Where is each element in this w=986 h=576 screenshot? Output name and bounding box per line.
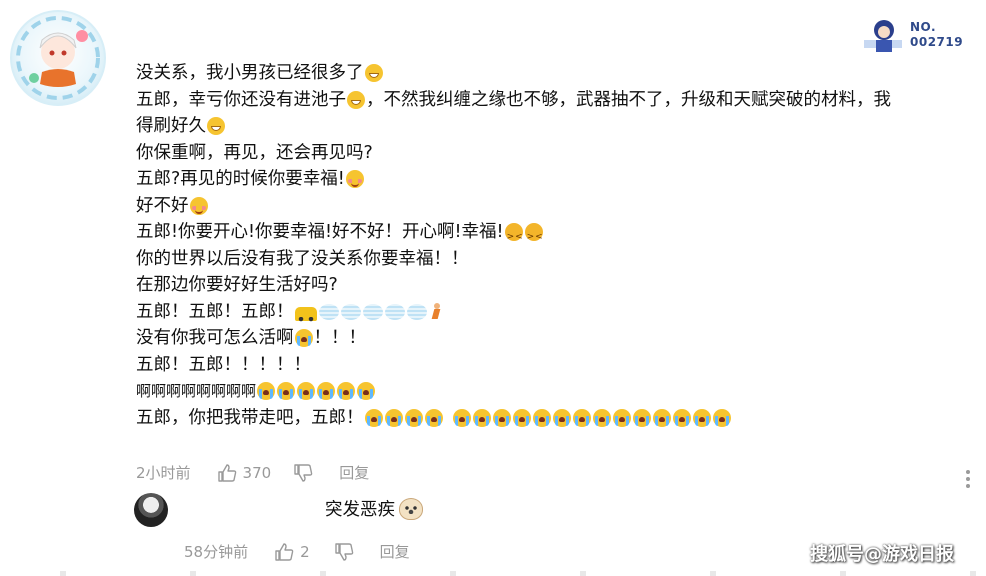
badge-label: NO. [910,20,937,34]
confounded-face-icon [524,223,544,251]
crying-face-icon [357,382,376,401]
crying-face-icon [672,408,691,427]
crying-face-icon [632,408,651,427]
reply-like-count: 2 [300,542,310,561]
crying-face-icon [297,382,316,401]
comment-body: 没关系，我小男孩已经很多了 五郎，幸亏你还没有进池子 ，不然我纠缠之缘也不够，武… [136,60,981,431]
crying-face-icon [472,408,491,427]
comment-line: 五郎!你要开心!你要幸福!好不好！开心啊!幸福! [136,219,981,251]
car-icon [294,306,317,322]
crying-face-icon [452,408,471,427]
grinning-face-icon [347,90,365,109]
user-level-badge: NO. 002719 [862,16,974,54]
crying-face-icon [384,408,403,427]
reply-avatar[interactable] [134,493,168,527]
comment-time: 2小时前 [136,464,191,482]
reply-like-button[interactable]: 2 [274,542,310,562]
comment-line: 啊啊啊啊啊啊啊啊 [136,378,981,405]
crying-face-icon [612,408,631,427]
running-person-icon [429,302,443,321]
comment-line: 你的世界以后没有我了没关系你要幸福！！ [136,248,469,269]
thumbs-down-icon [294,463,313,482]
crying-face-icon [364,408,383,427]
cut-off-next-line [0,571,986,576]
crying-face-icon [257,382,276,401]
reply-dislike-button[interactable] [334,542,354,562]
thumbs-up-icon [217,463,237,483]
crying-face-icon [512,408,531,427]
crying-face-icon [572,408,591,427]
badge-character-icon [864,20,902,52]
reply-content: 突发恶疾 [325,496,424,521]
thumbs-up-icon [274,542,294,562]
blushing-face-icon [189,196,208,215]
crying-face-icon [532,408,551,427]
commenter-avatar[interactable] [10,10,106,106]
reply-reply-button[interactable]: 回复 [380,541,410,562]
comment-line: 五郎?再见的时候你要幸福! [136,166,981,193]
wind-icon [362,303,383,320]
crying-face-icon [317,382,336,401]
comment-line: 得刷好久 [136,113,981,140]
confounded-face-icon [504,223,524,251]
crying-face-icon [692,408,711,427]
crying-face-icon [337,382,356,401]
comment-line: 你保重啊，再见，还会再见吗? [136,142,373,163]
dog-face-icon [399,497,423,520]
comment-line: 五郎，你把我带走吧，五郎！ [136,405,981,432]
more-options-icon[interactable] [964,470,972,492]
thumbs-down-icon [334,542,353,561]
crying-face-icon [552,408,571,427]
reply-button[interactable]: 回复 [339,462,369,483]
like-count: 370 [242,463,272,482]
wind-icon [384,303,405,320]
crying-face-icon [712,408,731,427]
reply-time: 58分钟前 [184,543,249,561]
like-button[interactable]: 370 [217,463,272,483]
watermark: 搜狐号@游戏日报 [810,544,954,565]
badge-number: 002719 [910,35,964,49]
dislike-button[interactable] [293,463,313,483]
crying-face-icon [277,382,296,401]
crying-face-icon [294,329,313,348]
blushing-face-icon [345,170,364,189]
grinning-face-icon [364,64,383,83]
comment-line: 好不好 [136,193,981,220]
crying-face-icon [652,408,671,427]
comment-line: 五郎！五郎！五郎！ [136,299,981,326]
crying-face-icon [404,408,423,427]
wind-icon [318,303,339,320]
crying-face-icon [592,408,611,427]
crying-face-icon [424,408,443,427]
crying-face-icon [492,408,511,427]
comment-line: 五郎！五郎！！！！！ [136,354,311,375]
comment-line: 没关系，我小男孩已经很多了 [136,60,981,87]
wind-icon [340,303,361,320]
grinning-face-icon [207,117,225,136]
comment-line: 五郎，幸亏你还没有进池子 ，不然我纠缠之缘也不够，武器抽不了，升级和天赋突破的材… [136,89,891,110]
comment-meta: 2小时前 370 回复 [136,462,369,483]
wind-icon [406,303,427,320]
comment-line: 没有你我可怎么活啊 ！！！ [136,328,366,348]
comment-line: 在那边你要好好生活好吗? [136,275,338,295]
reply-meta: 58分钟前 2 回复 [184,541,410,562]
